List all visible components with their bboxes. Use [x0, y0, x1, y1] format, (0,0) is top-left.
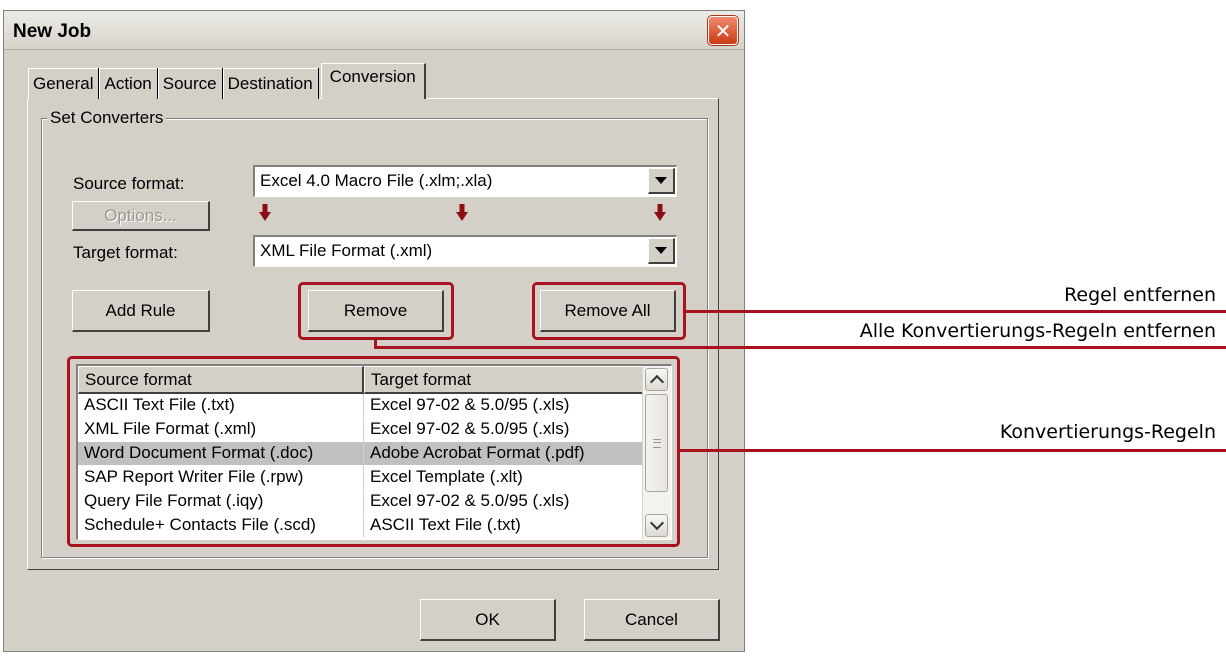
source-format-value: Excel 4.0 Macro File (.xlm;.xla): [260, 171, 493, 190]
leader-line-rules: [680, 449, 1226, 452]
leader-line-remove-all: [686, 310, 1226, 313]
source-format-select[interactable]: Excel 4.0 Macro File (.xlm;.xla): [253, 165, 677, 197]
cancel-button[interactable]: Cancel: [584, 599, 720, 641]
chevron-down-icon: [655, 177, 667, 184]
target-format-label: Target format:: [73, 243, 178, 262]
down-arrow-icon: [654, 204, 666, 221]
tab-conversion[interactable]: Conversion: [320, 63, 426, 99]
target-format-value: XML File Format (.xml): [260, 241, 433, 260]
tab-destination[interactable]: Destination: [222, 68, 319, 99]
tab-general[interactable]: General: [28, 68, 100, 99]
down-arrow-icon: [456, 204, 468, 221]
tab-strip: General Action Source Destination Conver…: [28, 63, 426, 99]
remove-highlight-box: [298, 282, 454, 340]
dialog-title: New Job: [13, 21, 92, 42]
remove-all-highlight-box: [532, 282, 686, 340]
add-rule-button[interactable]: Add Rule: [72, 290, 210, 332]
screenshot-stage: New Job ✕ General Action Source Destinat…: [0, 0, 1226, 657]
chevron-down-icon: [655, 247, 667, 254]
close-icon: ✕: [714, 18, 732, 43]
annotation-conversion-rules: Konvertierungs-Regeln: [999, 421, 1216, 443]
group-label: Set Converters: [47, 108, 167, 128]
ok-button[interactable]: OK: [420, 599, 556, 641]
options-button[interactable]: Options...: [72, 201, 210, 231]
tab-source[interactable]: Source: [157, 68, 223, 99]
source-format-dropdown-button[interactable]: [648, 168, 675, 194]
annotation-remove-all-rules: Alle Konvertierungs-Regeln entfernen: [859, 320, 1216, 342]
source-format-label: Source format:: [73, 174, 185, 193]
leader-line-remove: [374, 346, 1226, 349]
annotation-remove-rule: Regel entfernen: [1064, 284, 1216, 306]
target-format-dropdown-button[interactable]: [648, 238, 675, 264]
close-button[interactable]: ✕: [707, 15, 739, 46]
target-format-select[interactable]: XML File Format (.xml): [253, 235, 677, 267]
down-arrow-icon: [259, 204, 271, 221]
title-bar[interactable]: New Job ✕: [4, 11, 744, 50]
tab-action[interactable]: Action: [99, 68, 158, 99]
rules-list-highlight-box: [67, 356, 680, 547]
